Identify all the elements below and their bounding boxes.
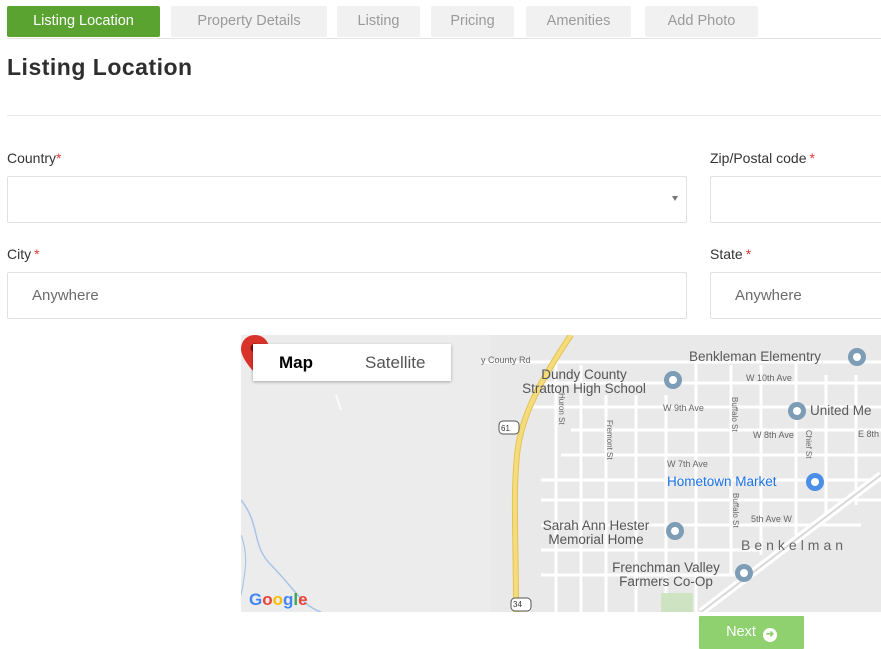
dundy-county-line2: Stratton High School: [522, 381, 646, 396]
w7-ave-label: W 7th Ave: [667, 459, 708, 469]
page-title: Listing Location: [7, 54, 193, 80]
sarah-line2: Memorial Home: [548, 532, 644, 547]
shopping-pin-icon: [806, 473, 824, 491]
wizard-tabs: Listing Location Property Details Listin…: [7, 6, 881, 39]
city-input[interactable]: Anywhere: [7, 272, 687, 319]
church-pin-icon: [788, 402, 806, 420]
w9-ave-label: W 9th Ave: [663, 403, 704, 413]
map-type-satellite-button[interactable]: Satellite: [339, 344, 451, 381]
country-label: Country*: [7, 150, 61, 166]
location-map[interactable]: 61 34 y County Rd Benkleman Elementry Du…: [241, 335, 881, 612]
buffalo-st-label: Buffalo St: [730, 397, 739, 432]
country-label-text: Country: [7, 150, 57, 166]
buffalo-st-label: Buffalo St: [731, 493, 740, 528]
town-label: Benkelman: [741, 537, 848, 553]
city-input-value: Anywhere: [32, 287, 99, 304]
united-methodist-label: United Me: [810, 403, 872, 418]
arrow-right-circle-icon: ➜: [762, 628, 777, 642]
place-pin-icon: [735, 564, 753, 582]
chief-st-label: Chief St: [804, 430, 813, 459]
school-pin-icon: [664, 371, 682, 389]
sarah-line1: Sarah Ann Hester: [542, 518, 650, 533]
county-road-label: y County Rd: [481, 355, 531, 365]
dundy-county-label: Dundy County Stratton High School: [509, 368, 659, 396]
country-select[interactable]: [7, 176, 687, 223]
state-label: State *: [710, 246, 751, 262]
huron-st-label: Huron St: [557, 393, 566, 425]
hometown-market-label: Hometown Market: [667, 474, 777, 489]
map-type-control: Map Satellite: [253, 344, 452, 381]
state-input-value: Anywhere: [735, 287, 802, 304]
w10-ave-label: W 10th Ave: [746, 373, 792, 383]
sarah-ann-hester-label: Sarah Ann Hester Memorial Home: [521, 519, 671, 547]
dundy-county-line1: Dundy County: [541, 367, 627, 382]
required-mark: *: [809, 150, 815, 166]
city-label-text: City: [7, 246, 32, 262]
tab-listing[interactable]: Listing: [337, 6, 420, 37]
fremont-st-label: Fremont St: [605, 420, 614, 460]
next-button-label: Next: [726, 624, 756, 640]
route-34-label: 34: [513, 600, 522, 609]
tab-property-details[interactable]: Property Details: [171, 6, 327, 37]
w8-ave-label: W 8th Ave: [753, 430, 794, 440]
required-mark: *: [56, 150, 62, 166]
tab-listing-location[interactable]: Listing Location: [7, 6, 160, 37]
benkleman-elementary-label: Benkleman Elementry: [689, 349, 822, 364]
tab-add-photo[interactable]: Add Photo: [645, 6, 758, 37]
map-type-map-button[interactable]: Map: [253, 344, 339, 381]
next-button[interactable]: Next ➜: [699, 616, 804, 649]
state-input[interactable]: Anywhere: [710, 272, 881, 319]
state-label-text: State: [710, 246, 743, 262]
frenchman-valley-label: Frenchman Valley Farmers Co-Op: [591, 561, 741, 589]
school-pin-icon: [848, 348, 866, 366]
required-mark: *: [34, 246, 40, 262]
zip-label-text: Zip/Postal code: [710, 150, 807, 166]
frenchman-line2: Farmers Co-Op: [619, 574, 713, 589]
frenchman-line1: Frenchman Valley: [612, 560, 720, 575]
required-mark: *: [745, 246, 752, 262]
tab-pricing[interactable]: Pricing: [431, 6, 514, 37]
5th-ave-label: 5th Ave W: [751, 514, 792, 524]
route-61-label: 61: [501, 424, 510, 433]
zip-label: Zip/Postal code *: [710, 150, 815, 166]
place-pin-icon: [666, 522, 684, 540]
caret-down-icon: [672, 196, 678, 201]
zip-input[interactable]: [710, 176, 881, 223]
section-divider: [7, 115, 881, 116]
google-logo: Google: [249, 590, 308, 609]
city-label: City *: [7, 246, 40, 262]
e8-label: E 8th: [858, 429, 880, 439]
tab-amenities[interactable]: Amenities: [526, 6, 631, 37]
